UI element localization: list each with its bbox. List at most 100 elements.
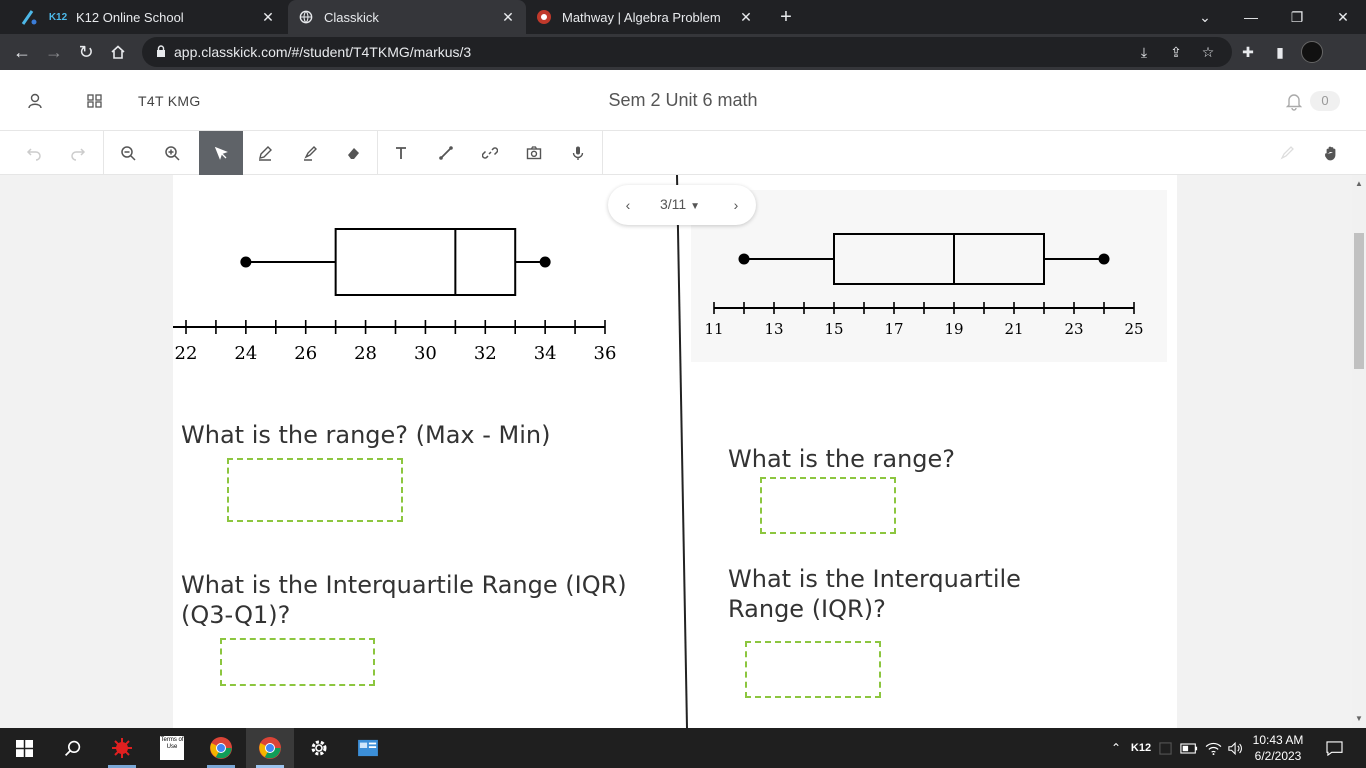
zoom-out-icon[interactable] bbox=[106, 131, 150, 175]
zoom-in-icon[interactable] bbox=[150, 131, 194, 175]
box-plot-right: 11 13 15 17 19 21 23 25 bbox=[704, 233, 1144, 338]
close-icon[interactable]: ✕ bbox=[260, 9, 276, 25]
close-window-button[interactable]: ✕ bbox=[1320, 0, 1366, 34]
scrollbar-thumb[interactable] bbox=[1354, 233, 1364, 369]
pen-settings-icon[interactable] bbox=[1265, 131, 1309, 175]
answer-box-range-left[interactable] bbox=[227, 458, 403, 522]
microphone-icon[interactable] bbox=[556, 131, 600, 175]
clock-time: 10:43 AM bbox=[1252, 733, 1304, 747]
tick-label: 24 bbox=[234, 343, 257, 364]
min-point bbox=[738, 253, 750, 265]
chrome-active-icon[interactable] bbox=[246, 728, 294, 768]
page-navigator: ‹ 3/11 ▼ › bbox=[608, 185, 756, 225]
forward-arrow-icon[interactable]: → bbox=[42, 40, 66, 64]
select-pointer-icon[interactable] bbox=[199, 131, 243, 175]
tray-app-icon[interactable] bbox=[1156, 728, 1174, 768]
show-hidden-icons-chevron-icon[interactable]: ⌃ bbox=[1106, 728, 1126, 768]
tick-label: 30 bbox=[414, 343, 437, 364]
mathway-favicon-icon bbox=[536, 9, 552, 25]
hand-pan-icon[interactable] bbox=[1309, 131, 1353, 175]
tick-label: 19 bbox=[944, 320, 963, 338]
profile-avatar-icon[interactable] bbox=[1300, 40, 1324, 64]
tab-k12[interactable]: K12 K12 Online School ✕ bbox=[49, 0, 286, 34]
tab-label: Classkick bbox=[324, 9, 379, 25]
clock-date: 6/2/2023 bbox=[1254, 749, 1302, 763]
chrome-icon[interactable] bbox=[197, 728, 245, 768]
chevron-right-icon[interactable]: › bbox=[726, 195, 746, 215]
page-title: Sem 2 Unit 6 math bbox=[608, 90, 758, 110]
home-icon[interactable] bbox=[106, 40, 130, 64]
answer-box-iqr-left[interactable] bbox=[220, 638, 375, 686]
browser-tab-strip: K12 K12 Online School ✕ Classkick ✕ Math… bbox=[0, 0, 1366, 34]
volume-icon[interactable] bbox=[1226, 728, 1246, 768]
worksheet-page[interactable]: 22 24 26 28 30 32 34 36 11 13 15 17 19 21 23 25 What i… bbox=[173, 175, 1177, 728]
tick-label: 11 bbox=[704, 320, 723, 338]
classkick-logo-icon bbox=[20, 8, 38, 26]
question-iqr-right-line1: What is the Interquartile bbox=[728, 565, 1021, 593]
camera-icon[interactable] bbox=[512, 131, 556, 175]
close-icon[interactable]: ✕ bbox=[738, 9, 754, 25]
install-icon[interactable]: ⤓ bbox=[1132, 40, 1156, 64]
tick-label: 17 bbox=[884, 320, 903, 338]
max-point bbox=[1098, 253, 1110, 265]
share-icon[interactable]: ⇪ bbox=[1164, 40, 1188, 64]
notification-count-badge[interactable]: 0 bbox=[1310, 91, 1340, 111]
tab-classkick[interactable]: Classkick ✕ bbox=[288, 0, 526, 34]
minimize-button[interactable]: — bbox=[1228, 0, 1274, 34]
bell-icon[interactable] bbox=[1284, 91, 1304, 111]
answer-box-iqr-right[interactable] bbox=[745, 641, 881, 698]
pen-icon[interactable] bbox=[243, 131, 287, 175]
url-text: app.classkick.com/#/student/T4TKMG/marku… bbox=[174, 44, 472, 60]
tick-label: 22 bbox=[175, 343, 198, 364]
worksheet-canvas: 22 24 26 28 30 32 34 36 11 13 15 17 19 21 23 25 What i… bbox=[0, 175, 1352, 728]
lock-icon bbox=[157, 45, 165, 57]
tick-label: 21 bbox=[1004, 320, 1023, 338]
settings-gear-icon[interactable] bbox=[295, 728, 343, 768]
app-header: T4T KMG Sem 2 Unit 6 math 0 bbox=[0, 70, 1366, 131]
tab-search-chevron-icon[interactable]: ⌄ bbox=[1182, 0, 1228, 34]
page-indicator[interactable]: 3/11 ▼ bbox=[660, 196, 700, 212]
question-range-right: What is the range? bbox=[728, 445, 956, 473]
answer-box-range-right[interactable] bbox=[760, 477, 896, 534]
windows-taskbar: Terms of Use ⌃ K12 10:43 AM 6/2/2023 bbox=[0, 728, 1366, 768]
eraser-icon[interactable] bbox=[331, 131, 375, 175]
battery-icon[interactable] bbox=[1178, 728, 1200, 768]
tab-label: Mathway | Algebra Problem Solver bbox=[562, 9, 722, 25]
address-bar[interactable]: app.classkick.com/#/student/T4TKMG/marku… bbox=[142, 37, 1232, 67]
chevron-left-icon[interactable]: ‹ bbox=[618, 195, 638, 215]
wifi-icon[interactable] bbox=[1202, 728, 1224, 768]
redo-icon[interactable] bbox=[56, 131, 100, 175]
side-panel-icon[interactable]: ▮ bbox=[1268, 40, 1292, 64]
tick-label: 13 bbox=[764, 320, 783, 338]
search-icon[interactable] bbox=[48, 728, 96, 768]
tab-mathway[interactable]: Mathway | Algebra Problem Solver ✕ bbox=[536, 0, 764, 34]
extensions-puzzle-icon[interactable]: ✚ bbox=[1236, 40, 1260, 64]
question-iqr-left-line2: (Q3-Q1)? bbox=[181, 601, 291, 629]
line-tool-icon[interactable] bbox=[424, 131, 468, 175]
back-arrow-icon[interactable]: ← bbox=[10, 40, 34, 64]
start-windows-icon[interactable] bbox=[0, 728, 48, 768]
system-clock[interactable]: 10:43 AM 6/2/2023 bbox=[1248, 732, 1308, 764]
terms-of-use-app-icon[interactable]: Terms of Use bbox=[148, 728, 196, 768]
close-icon[interactable]: ✕ bbox=[500, 9, 516, 25]
vertical-scrollbar[interactable]: ▲ ▼ bbox=[1352, 175, 1366, 728]
scroll-up-arrow-icon[interactable]: ▲ bbox=[1352, 177, 1366, 191]
tray-k12-label[interactable]: K12 bbox=[1128, 728, 1154, 768]
red-app-icon[interactable] bbox=[98, 728, 146, 768]
scroll-down-arrow-icon[interactable]: ▼ bbox=[1352, 712, 1366, 726]
drawing-toolbar bbox=[0, 131, 1366, 175]
restore-button[interactable]: ❐ bbox=[1274, 0, 1320, 34]
tick-label: 32 bbox=[474, 343, 497, 364]
link-icon[interactable] bbox=[468, 131, 512, 175]
text-tool-icon[interactable] bbox=[379, 131, 423, 175]
reload-icon[interactable]: ↻ bbox=[74, 40, 98, 64]
new-tab-button[interactable]: + bbox=[764, 0, 808, 34]
page-divider bbox=[676, 175, 688, 728]
undo-icon[interactable] bbox=[12, 131, 56, 175]
highlighter-icon[interactable] bbox=[288, 131, 332, 175]
globe-icon bbox=[298, 9, 314, 25]
notification-center-icon[interactable] bbox=[1320, 728, 1348, 768]
caret-down-icon: ▼ bbox=[690, 201, 701, 212]
control-panel-icon[interactable] bbox=[344, 728, 392, 768]
bookmark-star-icon[interactable]: ☆ bbox=[1196, 40, 1220, 64]
